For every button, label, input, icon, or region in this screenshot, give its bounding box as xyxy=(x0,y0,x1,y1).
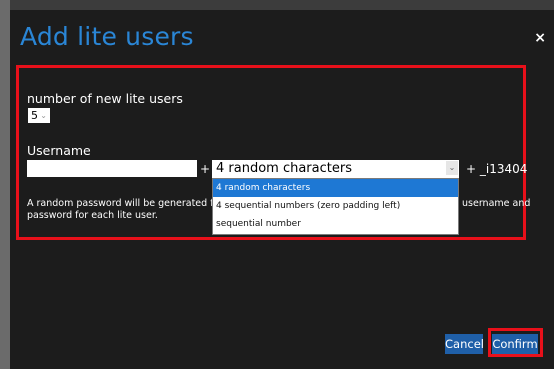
pattern-option[interactable]: 4 random characters xyxy=(213,179,458,197)
count-value: 5 xyxy=(31,109,38,122)
info-line-1: A random password will be generated fo xyxy=(27,198,213,209)
password-info-text-right: username and xyxy=(462,198,531,209)
plus-sign: + xyxy=(200,162,211,176)
count-select[interactable]: 5 ⌄ xyxy=(28,108,50,123)
username-suffix: + _i13404 xyxy=(466,162,528,176)
pattern-option[interactable]: 4 sequential numbers (zero padding left) xyxy=(213,197,458,215)
pattern-dropdown-list: 4 random characters 4 sequential numbers… xyxy=(212,178,459,235)
count-label: number of new lite users xyxy=(27,91,183,106)
pattern-select[interactable]: 4 random characters ⌄ xyxy=(212,160,459,178)
pattern-selected-value: 4 random characters xyxy=(216,161,352,176)
username-label: Username xyxy=(27,143,91,158)
pattern-option[interactable]: sequential number xyxy=(213,215,458,233)
confirm-button[interactable]: Confirm xyxy=(492,334,538,354)
password-info-text: A random password will be generated fo p… xyxy=(27,198,213,222)
backdrop-strip xyxy=(0,0,10,369)
info-line-2: password for each lite user. xyxy=(27,210,158,221)
cancel-button[interactable]: Cancel xyxy=(445,334,484,354)
backdrop-top xyxy=(0,0,554,10)
dialog-title: Add lite users xyxy=(20,22,194,51)
chevron-down-icon: ⌄ xyxy=(40,111,47,120)
close-icon[interactable]: × xyxy=(534,30,546,46)
chevron-down-icon: ⌄ xyxy=(446,161,458,175)
username-input[interactable] xyxy=(27,160,197,177)
